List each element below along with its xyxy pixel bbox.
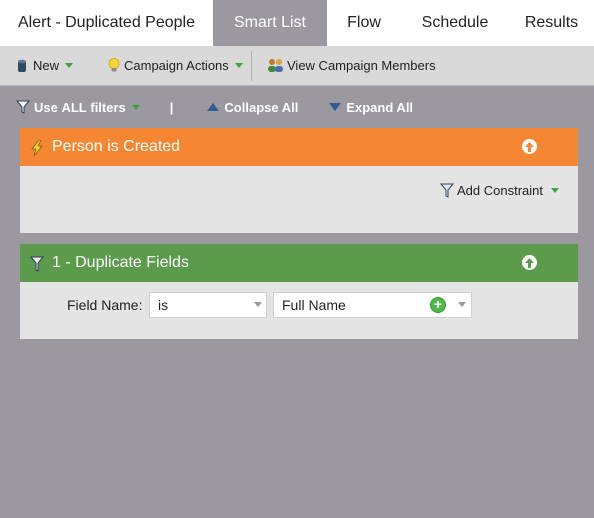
filter-options-bar: Use ALL filters | Collapse All Expand Al…: [0, 87, 594, 127]
use-filters-suffix: filters: [86, 99, 126, 115]
chevron-down-icon: [254, 302, 262, 307]
add-value-icon[interactable]: +: [430, 297, 446, 313]
trigger-card: Person is Created Add Constraint: [20, 128, 578, 233]
trigger-card-header: Person is Created: [20, 128, 578, 166]
chevron-down-icon: [234, 63, 243, 68]
trigger-title: Person is Created: [52, 138, 181, 155]
move-up-button[interactable]: [522, 139, 537, 154]
chevron-down-icon: [65, 63, 74, 68]
field-name-label: Field Name:: [67, 297, 143, 313]
use-filters-all: ALL: [61, 99, 87, 115]
tab-smart-list[interactable]: Smart List: [213, 0, 327, 46]
collapse-all-label: Collapse All: [224, 99, 299, 115]
arrow-up-circle-icon: [525, 257, 534, 268]
campaign-actions-label: Campaign Actions: [124, 58, 229, 73]
use-all-filters-button[interactable]: Use ALL filters: [16, 100, 140, 115]
triangle-up-icon: [207, 103, 220, 111]
chevron-down-icon: [458, 302, 466, 307]
chevron-down-icon: [551, 188, 559, 193]
tab-results[interactable]: Results: [509, 0, 594, 46]
funnel-icon: [16, 100, 30, 114]
triangle-down-icon: [329, 103, 342, 111]
expand-all-label: Expand All: [346, 99, 414, 115]
filter-title: 1 - Duplicate Fields: [52, 254, 189, 271]
operator-select[interactable]: is: [149, 292, 267, 318]
use-filters-prefix: Use: [34, 99, 62, 115]
new-label: New: [33, 58, 60, 73]
tab-flow[interactable]: Flow: [327, 0, 401, 46]
lightbulb-icon: [108, 58, 120, 72]
tab-bar: Alert - Duplicated People Smart List Flo…: [0, 0, 594, 46]
collapse-all-button[interactable]: Collapse All: [207, 100, 298, 115]
add-constraint-label: Add Constraint: [457, 183, 543, 198]
view-campaign-members-button[interactable]: View Campaign Members: [252, 46, 436, 85]
move-up-button[interactable]: [522, 255, 537, 270]
operator-value: is: [158, 297, 169, 313]
filter-card-header: 1 - Duplicate Fields: [20, 244, 578, 282]
add-constraint-button[interactable]: Add Constraint: [440, 183, 559, 198]
campaign-actions-button[interactable]: Campaign Actions: [98, 46, 251, 85]
database-icon: [18, 59, 26, 72]
tab-schedule[interactable]: Schedule: [401, 0, 509, 46]
field-value: Full Name: [282, 297, 346, 313]
filter-options-divider: |: [169, 99, 174, 115]
people-icon: [268, 59, 283, 72]
toolbar: New Campaign Actions View Campaign Membe…: [0, 46, 594, 86]
lightning-icon: [31, 140, 43, 156]
funnel-icon: [440, 183, 454, 198]
filter-card: 1 - Duplicate Fields Field Name: is Full…: [20, 244, 578, 339]
expand-all-button[interactable]: Expand All: [329, 100, 413, 115]
new-menu-button[interactable]: New: [0, 46, 98, 85]
view-campaign-members-label: View Campaign Members: [287, 58, 436, 73]
funnel-icon: [30, 256, 44, 272]
arrow-up-circle-icon: [525, 141, 534, 152]
field-value-select[interactable]: Full Name +: [273, 292, 472, 318]
tab-alert-duplicated-people[interactable]: Alert - Duplicated People: [0, 0, 213, 46]
chevron-down-icon: [131, 104, 140, 110]
